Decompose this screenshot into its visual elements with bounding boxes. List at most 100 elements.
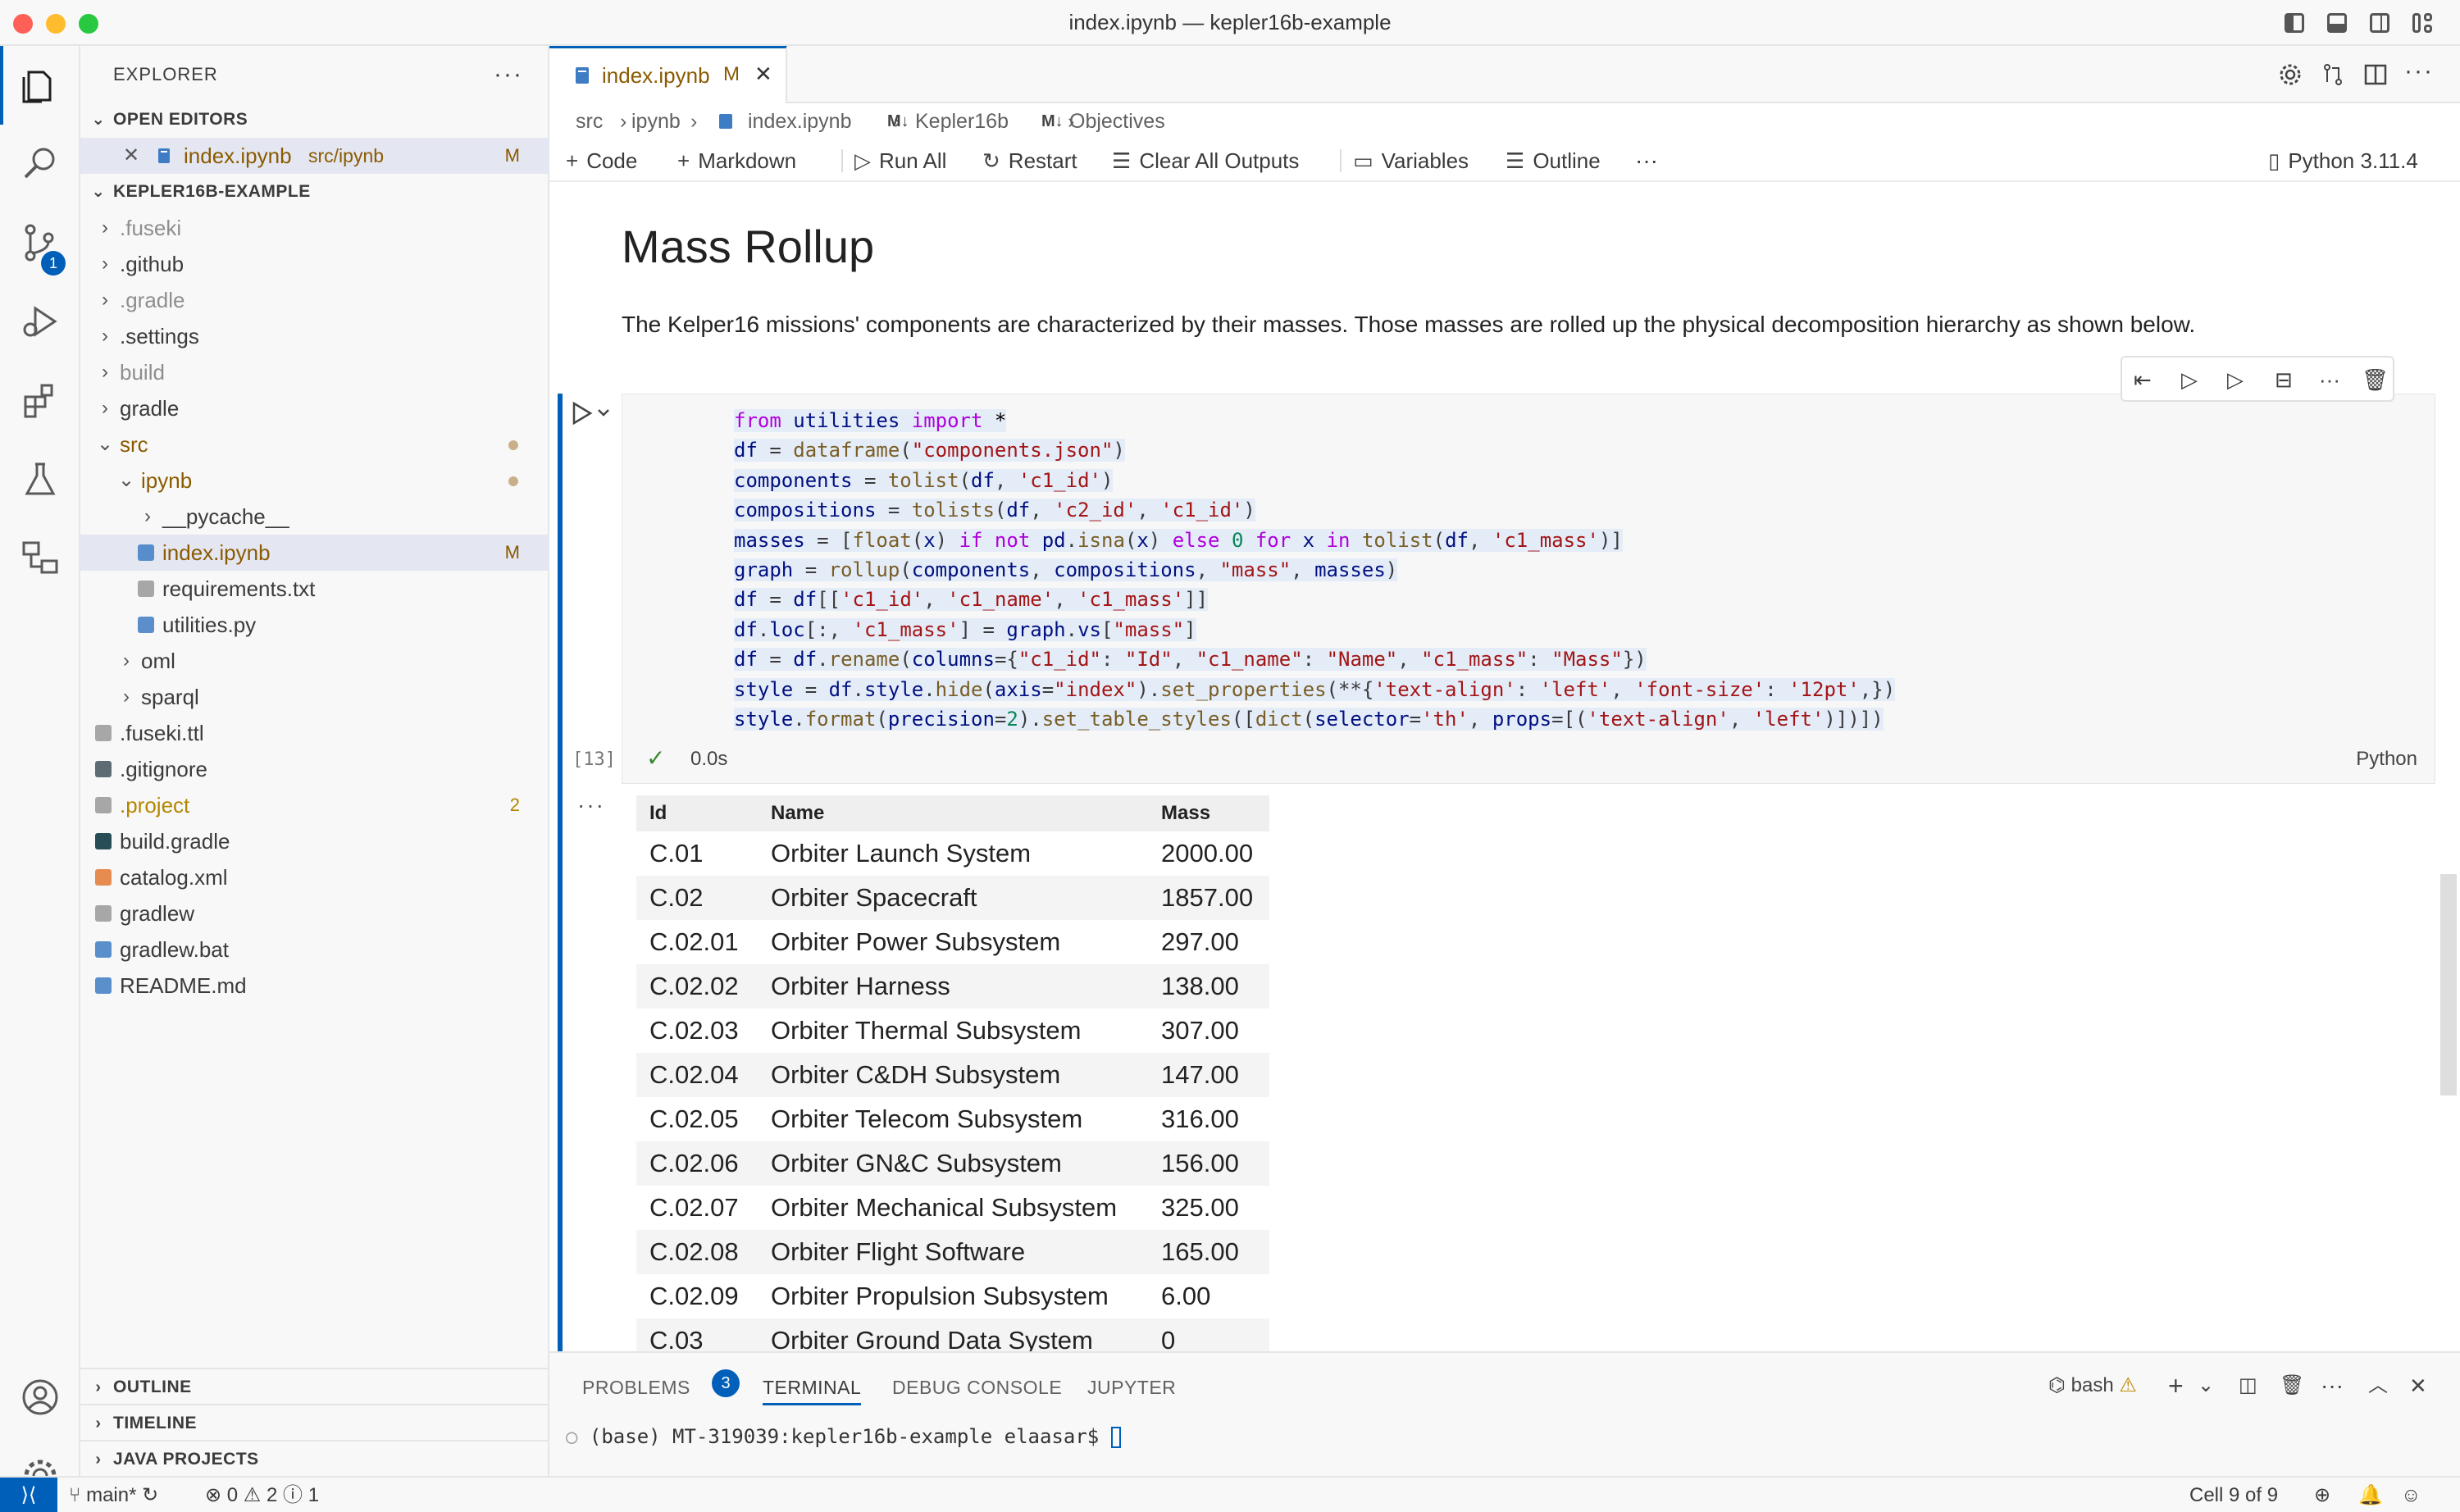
customize-layout-icon[interactable] [2409,10,2435,36]
variables-button[interactable]: ▭ Variables [1353,146,1469,175]
timeline-section[interactable]: › TIMELINE [80,1404,549,1440]
breadcrumb-item[interactable]: src [576,103,603,139]
tree-item-project[interactable]: .project 2 [80,787,549,823]
tree-item-label: index.ipynb [162,540,271,565]
copilot-icon[interactable]: ⊕ [2314,1478,2330,1512]
tree-item-gradlew[interactable]: gradlew [80,895,549,931]
tree-item-utilities-py[interactable]: utilities.py [80,607,549,643]
tree-item-fuseki-ttl[interactable]: .fuseki.ttl [80,715,549,751]
open-changes-icon[interactable] [2321,62,2345,87]
tree-item-github[interactable]: › .github [80,246,549,282]
cell-indicator[interactable]: Cell 9 of 9 [2189,1478,2278,1512]
maximize-panel-icon[interactable]: ︿ [2368,1369,2388,1402]
execute-and-below-icon[interactable]: ▷ [2181,367,2207,394]
editor-scrollbar[interactable] [2440,874,2457,1095]
toolbar-more-icon[interactable]: ··· [1635,146,1658,175]
run-cell-button[interactable] [571,400,612,432]
testing-icon[interactable] [0,439,80,518]
terminal-bash-selector[interactable]: ⌬ bash ⚠ [2048,1369,2137,1402]
close-icon[interactable]: ✕ [123,138,139,174]
new-terminal-icon[interactable]: + [2168,1369,2184,1402]
tab-index-ipynb[interactable]: index.ipynb M ✕ [549,46,787,103]
execute-below-icon[interactable]: ▷ [2227,367,2253,394]
close-icon[interactable]: ✕ [754,61,772,87]
tree-item-build[interactable]: › build [80,354,549,390]
accounts-status-icon[interactable]: ☺ [2401,1478,2421,1512]
tree-item-src[interactable]: ⌄ src [80,426,549,462]
branch-icon: ⑂ [69,1484,87,1506]
restart-button[interactable]: ↻ Restart [982,146,1077,175]
toggle-panel-icon[interactable] [2324,10,2350,36]
tree-item-readme-md[interactable]: README.md [80,968,549,1004]
breadcrumb-item[interactable]: index.ipynb [748,103,851,139]
column-header-mass: Mass [1148,795,1269,831]
chevron-down-icon[interactable]: ⌄ [2198,1369,2214,1402]
tree-item-fuseki[interactable]: › .fuseki [80,210,549,246]
code-cell[interactable]: from utilities import * df = dataframe("… [622,394,2435,784]
tree-item-oml[interactable]: › oml [80,643,549,679]
tree-item-gradle[interactable]: › gradle [80,390,549,426]
breadcrumb-item[interactable]: Kepler16b [915,103,1009,139]
notifications-bell-icon[interactable]: 🔔 [2358,1478,2383,1512]
tree-item-gitignore[interactable]: .gitignore [80,751,549,787]
add-code-cell-button[interactable]: + Code [566,146,637,175]
source-control-icon[interactable]: 1 [0,203,80,282]
tree-item-settings[interactable]: › .settings [80,318,549,354]
remote-explorer-icon[interactable] [0,518,80,597]
outline-button[interactable]: ☰ Outline [1506,146,1601,175]
split-terminal-icon[interactable]: ◫ [2239,1369,2257,1402]
cell-language[interactable]: Python [2356,748,2417,771]
tab-terminal[interactable]: TERMINAL [763,1369,862,1405]
kernel-picker[interactable]: ▯ Python 3.11.4 [2268,146,2418,175]
toggle-secondary-sidebar-icon[interactable] [2367,10,2393,36]
toggle-primary-sidebar-icon[interactable] [2281,10,2307,36]
cell-more-icon[interactable]: ··· [2319,367,2345,394]
tab-problems[interactable]: PROBLEMS [582,1369,690,1405]
clear-all-outputs-button[interactable]: ☰ Clear All Outputs [1112,146,1299,175]
panel-more-icon[interactable]: ··· [2321,1369,2344,1402]
delete-cell-icon[interactable]: 🗑 [2362,367,2389,394]
chevron-right-icon: › [102,361,108,383]
branch-indicator[interactable]: ⑂ main* ↻ [69,1478,158,1512]
terminal-output[interactable]: ○ (base) MT-319039:kepler16b-example ela… [566,1425,1121,1448]
kill-terminal-icon[interactable]: 🗑 [2280,1369,2304,1402]
tab-debug-console[interactable]: DEBUG CONSOLE [892,1369,1062,1405]
tree-item-build-gradle[interactable]: build.gradle [80,823,549,859]
tree-item-index-ipynb[interactable]: index.ipynb M [80,535,549,571]
gear-icon[interactable] [2278,62,2303,87]
tree-item-pycache[interactable]: › __pycache__ [80,499,549,535]
search-icon[interactable] [0,125,80,203]
accounts-icon[interactable] [0,1358,80,1437]
add-markdown-cell-button[interactable]: + Markdown [677,146,796,175]
execute-above-icon[interactable]: ⇤ [2134,367,2160,394]
chevron-right-icon: › [102,325,108,347]
remote-indicator-icon[interactable]: ⟩⟨ [0,1478,57,1512]
output-more-icon[interactable]: ··· [577,792,605,818]
close-panel-icon[interactable]: ✕ [2409,1369,2427,1402]
more-actions-icon[interactable]: ··· [2404,57,2434,85]
explorer-more-icon[interactable]: ··· [494,46,523,103]
project-section[interactable]: ⌄ KEPLER16B-EXAMPLE [80,174,549,210]
split-editor-icon[interactable] [2363,62,2388,87]
tree-item-sparql[interactable]: › sparql [80,679,549,715]
tree-item-ipynb[interactable]: ⌄ ipynb [80,462,549,499]
problems-indicator[interactable]: ⊗ 0 ⚠ 2 ⓘ 1 [205,1478,319,1512]
breadcrumb-item[interactable]: Objectives [1069,103,1165,139]
run-all-button[interactable]: ▷ Run All [854,146,946,175]
code-editor[interactable]: from utilities import * df = dataframe("… [734,406,1896,734]
run-debug-icon[interactable] [0,282,80,361]
tab-jupyter[interactable]: JUPYTER [1087,1369,1176,1405]
breadcrumb-item[interactable]: ipynb [631,103,681,139]
tree-item-catalog-xml[interactable]: catalog.xml [80,859,549,895]
split-cell-icon[interactable]: ⊟ [2275,367,2301,394]
tree-item-gradlew-bat[interactable]: gradlew.bat [80,931,549,968]
explorer-icon[interactable] [0,46,80,125]
tree-item-requirements-txt[interactable]: requirements.txt [80,571,549,607]
java-projects-section[interactable]: › JAVA PROJECTS [80,1440,549,1476]
extensions-icon[interactable] [0,361,80,439]
open-editor-item[interactable]: ✕ index.ipynb src/ipynb M [80,138,549,174]
cell-mass: 307.00 [1161,1016,1239,1045]
tree-item-gradle[interactable]: › .gradle [80,282,549,318]
outline-section[interactable]: › OUTLINE [80,1368,549,1404]
open-editors-section[interactable]: ⌄ OPEN EDITORS [80,102,549,138]
